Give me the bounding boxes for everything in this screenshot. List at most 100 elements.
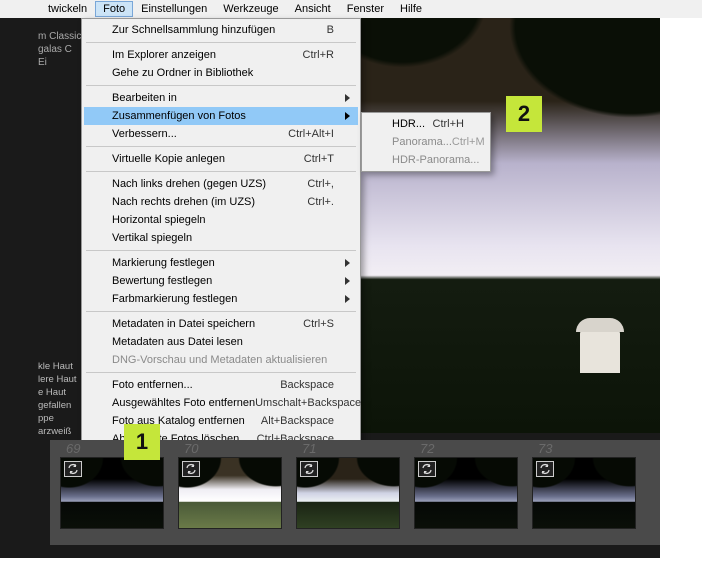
menu-item-shortcut: B [327,24,334,36]
menu-item-shortcut: Ctrl+Alt+I [288,128,334,140]
menu-separator [86,372,356,373]
merge-submenu-item[interactable]: HDR... Ctrl+H [364,115,488,133]
menu-item-label: DNG-Vorschau und Metadaten aktualisieren [112,354,327,366]
menu-item-label: Metadaten in Datei speichern [112,318,255,330]
thumb-image[interactable] [178,457,282,529]
menu-item-shortcut: Ctrl+M [452,136,485,148]
menu-item-label: Ausgewähltes Foto entfernen [112,397,255,409]
menu-separator [86,311,356,312]
foto-menu-item[interactable]: Metadaten aus Datei lesen [84,333,358,351]
filmstrip-thumb[interactable]: 69 [60,457,164,529]
thumb-image[interactable] [60,457,164,529]
foto-menu-item[interactable]: Verbessern... Ctrl+Alt+I [84,125,358,143]
menubar-item-twickeln[interactable]: twickeln [40,1,95,17]
menu-item-label: HDR... [392,118,425,130]
sync-icon [182,461,200,477]
foto-menu-item: DNG-Vorschau und Metadaten aktualisieren [84,351,358,369]
foto-menu-item[interactable]: Horizontal spiegeln [84,211,358,229]
foto-menu-item[interactable]: Virtuelle Kopie anlegen Ctrl+T [84,150,358,168]
menu-item-label: Zusammenfügen von Fotos [112,110,246,122]
foto-menu-item[interactable]: Gehe zu Ordner in Bibliothek [84,64,358,82]
thumb-index: 73 [538,441,552,456]
foto-menu-dropdown: Zur Schnellsammlung hinzufügen B Im Explor… [81,18,361,451]
menu-item-label: Verbessern... [112,128,177,140]
menu-item-label: Foto entfernen... [112,379,193,391]
menubar-item-foto[interactable]: Foto [95,1,133,17]
foto-menu-item[interactable]: Foto entfernen... Backspace [84,376,358,394]
menu-separator [86,250,356,251]
chevron-right-icon [345,295,350,303]
filmstrip-thumb[interactable]: 72 [414,457,518,529]
menu-item-label: Nach rechts drehen (im UZS) [112,196,255,208]
menubar-item-werkzeuge[interactable]: Werkzeuge [215,1,286,17]
menu-separator [86,42,356,43]
callout-1: 1 [124,424,160,460]
thumb-index: 72 [420,441,434,456]
sync-icon [64,461,82,477]
filmstrip-thumb[interactable]: 70 [178,457,282,529]
menu-item-label: Bearbeiten in [112,92,177,104]
menu-separator [86,85,356,86]
menubar-item-ansicht[interactable]: Ansicht [287,1,339,17]
foto-menu-item[interactable]: Bewertung festlegen [84,272,358,290]
menu-item-label: Metadaten aus Datei lesen [112,336,243,348]
foto-menu-item[interactable]: Ausgewähltes Foto entfernenUmschalt+Back… [84,394,358,412]
foto-menu-item[interactable]: Zur Schnellsammlung hinzufügen B [84,21,358,39]
foto-menu-item[interactable]: Bearbeiten in [84,89,358,107]
merge-submenu-item: HDR-Panorama... [364,151,488,169]
menu-item-shortcut: Ctrl+T [304,153,334,165]
menu-separator [86,171,356,172]
menu-item-shortcut: Backspace [280,379,334,391]
chevron-right-icon [345,112,350,120]
thumb-index: 71 [302,441,316,456]
menu-item-label: Gehe zu Ordner in Bibliothek [112,67,253,79]
menu-item-shortcut: Ctrl+. [307,196,334,208]
menubar-item-hilfe[interactable]: Hilfe [392,1,430,17]
sync-icon [418,461,436,477]
menu-item-label: Horizontal spiegeln [112,214,206,226]
sync-icon [300,461,318,477]
merge-submenu: HDR... Ctrl+H Panorama...Ctrl+M HDR-Panoram… [361,112,491,172]
menu-item-shortcut: Umschalt+Backspace [255,397,361,409]
menubar-item-einstellungen[interactable]: Einstellungen [133,1,215,17]
callout-2: 2 [506,96,542,132]
filmstrip-thumb[interactable]: 71 [296,457,400,529]
chevron-right-icon [345,94,350,102]
menu-item-shortcut: Ctrl+H [433,118,464,130]
menu-item-shortcut: Alt+Backspace [261,415,334,427]
merge-submenu-item: Panorama...Ctrl+M [364,133,488,151]
foto-menu-item[interactable]: Vertikal spiegeln [84,229,358,247]
menu-item-shortcut: Ctrl+, [307,178,334,190]
menu-item-label: Bewertung festlegen [112,275,212,287]
menubar-item-fenster[interactable]: Fenster [339,1,392,17]
thumb-index: 69 [66,441,80,456]
foto-menu-item[interactable]: Metadaten in Datei speichern Ctrl+S [84,315,358,333]
menu-item-label: Vertikal spiegeln [112,232,192,244]
sync-icon [536,461,554,477]
thumb-image[interactable] [414,457,518,529]
menu-item-label: Zur Schnellsammlung hinzufügen [112,24,275,36]
foto-menu-item[interactable]: Farbmarkierung festlegen [84,290,358,308]
menu-item-label: Markierung festlegen [112,257,215,269]
menu-item-label: Im Explorer anzeigen [112,49,216,61]
chevron-right-icon [345,259,350,267]
foto-menu-item[interactable]: Nach rechts drehen (im UZS) Ctrl+. [84,193,358,211]
menubar: twickelnFotoEinstellungenWerkzeugeAnsich… [0,0,702,18]
filmstrip-thumb[interactable]: 73 [532,457,636,529]
foto-menu-item[interactable]: Markierung festlegen [84,254,358,272]
chevron-right-icon [345,277,350,285]
menu-item-label: Virtuelle Kopie anlegen [112,153,225,165]
menu-separator [86,146,356,147]
menu-item-shortcut: Ctrl+R [303,49,334,61]
menu-item-label: Farbmarkierung festlegen [112,293,237,305]
menu-item-label: Panorama... [392,136,452,148]
menu-item-label: Nach links drehen (gegen UZS) [112,178,266,190]
thumb-index: 70 [184,441,198,456]
thumb-image[interactable] [296,457,400,529]
foto-menu-item[interactable]: Im Explorer anzeigen Ctrl+R [84,46,358,64]
menu-item-shortcut: Ctrl+S [303,318,334,330]
menu-item-label: HDR-Panorama... [392,154,479,166]
foto-menu-item[interactable]: Zusammenfügen von Fotos [84,107,358,125]
thumb-image[interactable] [532,457,636,529]
foto-menu-item[interactable]: Nach links drehen (gegen UZS) Ctrl+, [84,175,358,193]
